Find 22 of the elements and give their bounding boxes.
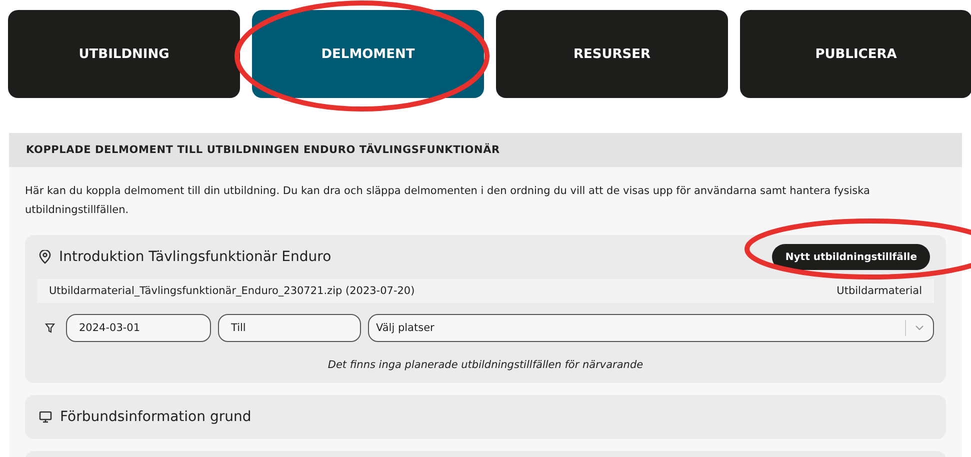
to-date-field[interactable]: Till: [218, 314, 361, 342]
module-card[interactable]: Förbundsinformation grund: [25, 395, 946, 439]
file-name: Utbildarmaterial_Tävlingsfunktionär_Enduro_230721.zip (2023-07-20): [49, 285, 415, 297]
file-row[interactable]: Utbildarmaterial_Tävlingsfunktionär_Enduro_230721.zip (2023-07-20) Utbildarmaterial: [37, 279, 934, 303]
tab[interactable]: DELMOMENT: [252, 10, 484, 98]
tab[interactable]: UTBILDNING: [8, 10, 240, 98]
empty-message: Det finns inga planerade utbildningstillfällen för närvarande: [326, 358, 644, 373]
tab[interactable]: RESURSER: [496, 10, 728, 98]
file-type: Utbildarmaterial: [836, 285, 922, 297]
panel-title: KOPPLADE DELMOMENT TILL UTBILDNINGEN ENDURO TÄVLINGSFUNKTIONÄR: [9, 133, 962, 167]
module-title: Introduktion Tävlingsfunktionär Enduro: [59, 249, 332, 265]
filter-icon: [45, 323, 55, 333]
places-select[interactable]: Välj platser: [368, 314, 934, 342]
module-card[interactable]: [25, 235, 946, 383]
location-pin-icon: [39, 250, 51, 264]
panel-description: Här kan du koppla delmoment till din utbildning. Du kan dra och släppa delmomenten i den ordning du vill att de visas upp för användarna samt hantera fysiska utbildningstillfällen.: [25, 184, 871, 218]
from-date-field[interactable]: 2024-03-01: [66, 314, 211, 342]
tab[interactable]: PUBLICERA: [740, 10, 971, 98]
new-session-button[interactable]: Nytt utbildningstillfälle: [772, 244, 930, 270]
monitor-icon: [39, 411, 52, 423]
module-title: Förbundsinformation grund: [60, 409, 252, 425]
chevron-down-icon: [915, 325, 924, 331]
